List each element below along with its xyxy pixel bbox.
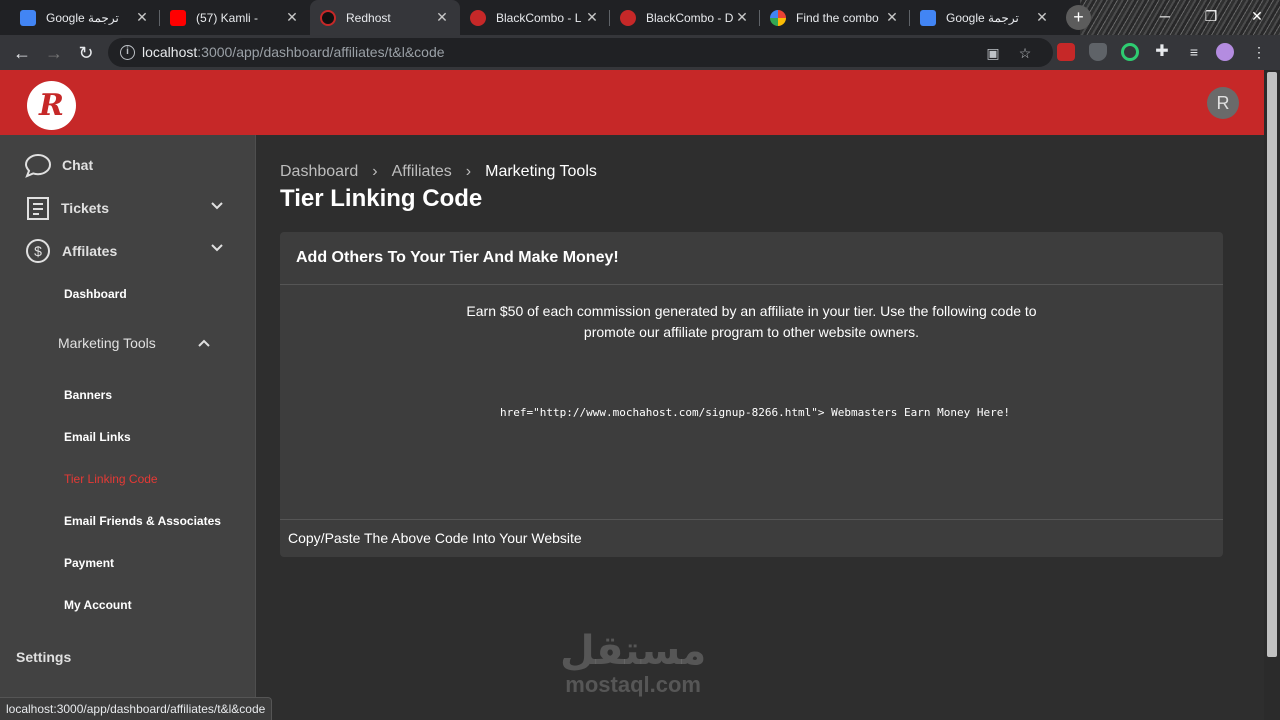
browser-tab[interactable]: BlackCombo - L ✕	[460, 0, 610, 35]
tab-title: Find the combo	[796, 10, 879, 25]
media-control-icon[interactable]: ≡	[1185, 43, 1203, 61]
tab-title: Google ترجمة	[46, 10, 119, 25]
scrollbar-thumb[interactable]	[1267, 72, 1277, 657]
star-icon[interactable]: ☆	[1016, 44, 1034, 62]
sidebar-item-label: Affilates	[62, 243, 118, 259]
sidebar-item-marketing-tools[interactable]: Marketing Tools	[0, 331, 256, 355]
browser-tab-strip: Google ترجمة ✕ (57) Kamli - ✕ Redhost ✕ …	[0, 0, 1280, 35]
svg-text:$: $	[34, 243, 42, 259]
card-footer: Copy/Paste The Above Code Into Your Webs…	[280, 519, 1223, 556]
google-translate-icon	[920, 9, 936, 26]
forward-icon[interactable]: →	[41, 40, 67, 66]
extension-icon[interactable]	[1121, 43, 1139, 61]
sidebar-item-banners[interactable]: Banners	[64, 388, 112, 402]
address-url: localhost:3000/app/dashboard/affiliates/…	[142, 44, 445, 60]
sidebar-item-email-links[interactable]: Email Links	[64, 430, 131, 444]
sidebar-item-chat[interactable]: Chat	[0, 149, 256, 181]
sidebar-item-label: Marketing Tools	[58, 335, 156, 351]
breadcrumb-dashboard[interactable]: Dashboard	[280, 163, 358, 181]
tab-title: BlackCombo - L	[496, 10, 582, 25]
chevron-down-icon[interactable]	[210, 241, 224, 255]
sidebar-item-affiliates-dashboard[interactable]: Dashboard	[64, 287, 127, 301]
profile-icon[interactable]	[1216, 43, 1234, 61]
browser-tab[interactable]: Find the combo ✕	[760, 0, 910, 35]
page-scrollbar[interactable]	[1264, 70, 1280, 720]
blackcombo-icon	[470, 9, 486, 26]
page-title: Tier Linking Code	[280, 185, 483, 212]
close-icon[interactable]: ✕	[434, 9, 450, 26]
shield-icon[interactable]	[1089, 43, 1107, 61]
close-icon[interactable]: ✕	[284, 9, 300, 26]
watermark-arabic: مستقل	[560, 628, 707, 674]
chat-icon	[24, 153, 52, 178]
app-header: R R	[0, 70, 1264, 135]
user-avatar[interactable]: R	[1207, 87, 1239, 119]
chevron-down-icon[interactable]	[210, 199, 224, 213]
sidebar-item-label: Tickets	[61, 200, 109, 216]
sidebar-item-affiliates[interactable]: $ Affilates	[0, 235, 256, 267]
new-tab-button[interactable]: +	[1066, 5, 1091, 30]
chevron-right-icon: ›	[465, 163, 472, 180]
watermark-latin: mostaql.com	[565, 672, 701, 697]
close-icon[interactable]: ✕	[134, 9, 150, 26]
redhost-icon	[320, 9, 336, 26]
address-bar[interactable]: i localhost:3000/app/dashboard/affiliate…	[108, 38, 1053, 67]
breadcrumb: Dashboard › Affiliates › Marketing Tools	[280, 163, 597, 181]
sidebar-item-payment[interactable]: Payment	[64, 556, 114, 570]
breadcrumb-affiliates[interactable]: Affiliates	[392, 163, 452, 181]
tier-code-card: Add Others To Your Tier And Make Money! …	[280, 232, 1223, 557]
browser-tab[interactable]: (57) Kamli - ✕	[160, 0, 310, 35]
browser-tab[interactable]: BlackCombo - D ✕	[610, 0, 760, 35]
status-bar-url: localhost:3000/app/dashboard/affiliates/…	[0, 697, 273, 720]
card-heading: Add Others To Your Tier And Make Money!	[280, 232, 1223, 285]
tab-title: BlackCombo - D	[646, 10, 734, 25]
reload-icon[interactable]: ↻	[73, 40, 99, 66]
sidebar-settings-heading[interactable]: Settings	[16, 649, 71, 665]
sidebar: Chat Tickets $ Affilates Dashboard Marke…	[0, 135, 256, 720]
tab-title: (57) Kamli -	[196, 10, 259, 25]
sidebar-item-email-friends[interactable]: Email Friends & Associates	[64, 514, 221, 528]
dollar-circle-icon: $	[26, 239, 50, 263]
browser-toolbar: ← → ↻ i localhost:3000/app/dashboard/aff…	[0, 35, 1280, 70]
minimize-button[interactable]: ─	[1142, 0, 1188, 32]
sidebar-item-tickets[interactable]: Tickets	[0, 192, 256, 224]
tab-title: Redhost	[346, 10, 391, 25]
close-icon[interactable]: ✕	[734, 9, 750, 26]
browser-tab[interactable]: Google ترجمة ✕	[910, 0, 1060, 35]
main-content: Dashboard › Affiliates › Marketing Tools…	[256, 135, 1264, 720]
sidebar-item-my-account[interactable]: My Account	[64, 598, 132, 612]
tab-title: Google ترجمة	[946, 10, 1019, 25]
chevron-right-icon: ›	[372, 163, 378, 180]
browser-tab-active[interactable]: Redhost ✕	[310, 0, 460, 35]
app-logo[interactable]: R	[27, 81, 76, 130]
watermark: مستقل mostaql.com	[560, 628, 706, 696]
back-icon[interactable]: ←	[9, 40, 35, 66]
restore-button[interactable]: ❐	[1188, 0, 1234, 32]
extension-icon[interactable]	[1057, 43, 1075, 61]
blackcombo-icon	[620, 9, 636, 26]
translate-icon[interactable]: ▣	[984, 44, 1002, 62]
chevron-up-icon[interactable]	[197, 336, 211, 350]
document-icon	[27, 197, 49, 220]
close-icon[interactable]: ✕	[1034, 9, 1050, 26]
info-icon[interactable]: i	[120, 45, 135, 60]
sidebar-item-tier-linking-code[interactable]: Tier Linking Code	[64, 472, 158, 486]
sidebar-item-label: Chat	[62, 157, 94, 173]
breadcrumb-current: Marketing Tools	[485, 163, 597, 180]
menu-icon[interactable]: ⋮	[1250, 43, 1268, 61]
puzzle-icon[interactable]: ✚	[1153, 43, 1171, 61]
close-icon[interactable]: ✕	[884, 9, 900, 26]
google-translate-icon	[20, 9, 36, 26]
google-icon	[770, 9, 786, 26]
close-window-button[interactable]: ✕	[1234, 0, 1280, 32]
card-description: Earn $50 of each commission generated by…	[466, 303, 1037, 340]
browser-tab[interactable]: Google ترجمة ✕	[10, 0, 160, 35]
linking-code-snippet[interactable]: href="http://www.mochahost.com/signup-82…	[500, 404, 1020, 422]
youtube-icon	[170, 9, 186, 26]
close-icon[interactable]: ✕	[584, 9, 600, 26]
